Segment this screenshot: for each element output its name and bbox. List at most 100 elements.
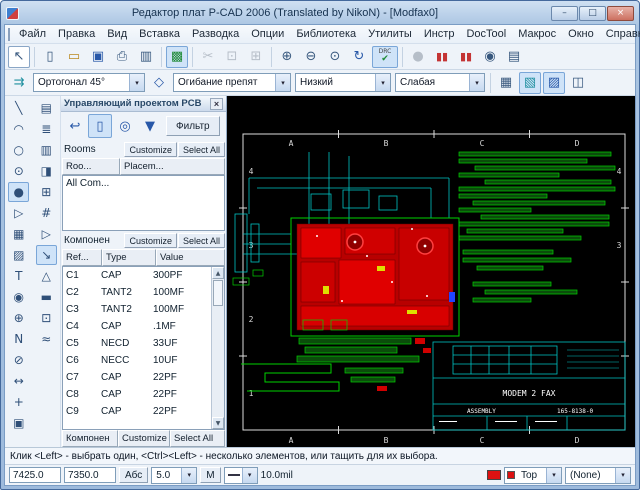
dropdown-arrow-icon[interactable]: ▾ <box>546 468 561 483</box>
menu-route[interactable]: Разводка <box>186 26 245 42</box>
tool-arc-button[interactable]: ◠ <box>8 119 29 139</box>
redraw-button[interactable]: ↻ <box>348 46 370 68</box>
pcb-drawing[interactable]: A B C D A B C D 4 3 2 1 4 3 <box>227 96 638 449</box>
tool-text-button[interactable]: T <box>8 266 29 286</box>
scrollbar-thumb[interactable] <box>213 280 223 306</box>
components-rows[interactable]: C1 CAP 300PF C2 TANT2 100MF C3 TANT2 <box>63 267 211 429</box>
tool-point-button[interactable]: ⊙ <box>8 161 29 181</box>
grid-select[interactable]: 5.0 ▾ <box>151 467 197 484</box>
tool-circle-button[interactable]: ○ <box>8 140 29 160</box>
copy-button[interactable]: ⊡ <box>221 46 243 68</box>
tool-triangle-button[interactable]: △ <box>36 266 57 286</box>
components-select-all-button[interactable]: Select All <box>178 233 225 248</box>
pattern-toggle-button[interactable]: ▧ <box>519 72 541 94</box>
column-type[interactable]: Type <box>102 249 156 266</box>
column-ref[interactable]: Ref... <box>62 249 102 266</box>
panel-close-button[interactable]: × <box>210 98 223 110</box>
menu-doctool[interactable]: DocTool <box>460 26 512 42</box>
tool-diode-button[interactable]: ▷ <box>36 224 57 244</box>
route-options-button[interactable]: ◇ <box>148 72 170 94</box>
table-row[interactable]: C8 CAP 22PF <box>63 386 211 403</box>
y-coordinate-field[interactable]: 7350.0 <box>64 467 116 483</box>
table-row[interactable]: C2 TANT2 100MF <box>63 284 211 301</box>
paste-button[interactable]: ⊞ <box>245 46 267 68</box>
tool-rect-button[interactable]: ▣ <box>8 413 29 433</box>
rooms-list-item[interactable]: All Com... <box>63 176 224 191</box>
drc-button[interactable]: DRC ✔ <box>372 46 398 68</box>
tool-sheet-button[interactable]: ▤ <box>36 98 57 118</box>
minimize-button[interactable]: – <box>551 6 578 21</box>
dropdown-arrow-icon[interactable]: ▾ <box>181 468 196 483</box>
tool-bar-button[interactable]: ▬ <box>36 287 57 307</box>
obstacle-mode-select[interactable]: Огибание препят ▾ <box>173 73 291 92</box>
menu-library[interactable]: Библиотека <box>290 26 362 42</box>
column-value[interactable]: Value <box>156 249 225 266</box>
grid-toggle-button[interactable]: ▦ <box>495 72 517 94</box>
panel-titlebar[interactable]: Управляющий проектом PCB × <box>61 96 226 112</box>
macro-button[interactable]: M <box>200 467 220 483</box>
tool-route-button[interactable]: ↘ <box>36 245 57 265</box>
x-coordinate-field[interactable]: 7425.0 <box>9 467 61 483</box>
select-tool-button[interactable]: ↖ <box>8 46 30 68</box>
tool-component-button[interactable]: ▥ <box>36 140 57 160</box>
zoom-out-button[interactable]: ⊖ <box>300 46 322 68</box>
menu-utils[interactable]: Утилиты <box>362 26 418 42</box>
panel-zoom-button[interactable]: ◎ <box>113 114 137 138</box>
tool-line-button[interactable]: ╲ <box>8 98 29 118</box>
footer-select-all-button[interactable]: Select All <box>170 430 225 447</box>
panel-back-button[interactable]: ↩ <box>63 114 87 138</box>
menu-file[interactable]: Файл <box>13 26 52 42</box>
tool-polygon-button[interactable]: ▷ <box>8 203 29 223</box>
net-select[interactable]: (None) ▾ <box>565 467 631 484</box>
tool-via-button[interactable]: ⊕ <box>8 308 29 328</box>
close-button[interactable]: × <box>607 6 634 21</box>
tool-grid-button[interactable]: ⊞ <box>36 182 57 202</box>
dropdown-arrow-icon[interactable]: ▾ <box>615 468 630 483</box>
dropdown-arrow-icon[interactable]: ▾ <box>129 74 144 91</box>
via-style-button[interactable]: ◫ <box>567 72 589 94</box>
document-icon[interactable] <box>8 28 10 41</box>
pause-button-2[interactable]: ▮▮ <box>455 46 477 68</box>
scroll-up-button[interactable]: ▲ <box>212 267 224 279</box>
camera-button[interactable]: ◉ <box>479 46 501 68</box>
table-row[interactable]: C1 CAP 300PF <box>63 267 211 284</box>
footer-customize-button[interactable]: Customize <box>118 430 170 447</box>
bitmap-button[interactable]: ▩ <box>166 46 188 68</box>
zoom-in-button[interactable]: ⊕ <box>276 46 298 68</box>
tool-keepout-button[interactable]: ⊘ <box>8 350 29 370</box>
components-scrollbar[interactable]: ▲ ▼ <box>211 267 224 429</box>
maximize-button[interactable]: □ <box>579 6 606 21</box>
abs-button[interactable]: Абс <box>119 467 148 483</box>
tool-box-button[interactable]: ⊡ <box>36 308 57 328</box>
print-button[interactable]: ⎙ <box>111 46 133 68</box>
menu-macro[interactable]: Макрос <box>512 26 562 42</box>
layer-select[interactable]: Top ▾ <box>504 467 562 484</box>
rooms-customize-button[interactable]: Customize <box>124 142 177 157</box>
save-button[interactable]: ▣ <box>87 46 109 68</box>
tool-layers-button[interactable]: ≣ <box>36 119 57 139</box>
tool-ruler-button[interactable]: # <box>36 203 57 223</box>
cut-button[interactable]: ✂ <box>197 46 219 68</box>
menu-window[interactable]: Окно <box>562 26 600 42</box>
table-row[interactable]: C4 CAP .1MF <box>63 318 211 335</box>
menu-help[interactable]: Справка <box>600 26 640 42</box>
menu-insert[interactable]: Вставка <box>133 26 186 42</box>
priority-select[interactable]: Низкий ▾ <box>295 73 391 92</box>
panel-filter-icon-button[interactable]: ▼ <box>138 114 162 138</box>
layers-toggle-button[interactable]: ▨ <box>543 72 565 94</box>
tool-wave-button[interactable]: ≈ <box>36 329 57 349</box>
dropdown-arrow-icon[interactable]: ▾ <box>375 74 390 91</box>
dropdown-arrow-icon[interactable]: ▾ <box>469 74 484 91</box>
tool-hatch-button[interactable]: ▨ <box>8 245 29 265</box>
line-width-select[interactable]: ▾ <box>224 467 258 484</box>
filter-button[interactable]: Фильтр <box>166 116 220 136</box>
rooms-list[interactable]: All Com... <box>62 175 225 231</box>
tool-net-button[interactable]: N <box>8 329 29 349</box>
tool-pad-button[interactable]: ◉ <box>8 287 29 307</box>
pause-button-1[interactable]: ▮▮ <box>431 46 453 68</box>
table-row[interactable]: C6 NECC 10UF <box>63 352 211 369</box>
tool-copper-pour-button[interactable]: ▦ <box>8 224 29 244</box>
print-preview-button[interactable]: ▥ <box>135 46 157 68</box>
dropdown-arrow-icon[interactable]: ▾ <box>275 74 290 91</box>
table-row[interactable]: C9 CAP 22PF <box>63 403 211 420</box>
